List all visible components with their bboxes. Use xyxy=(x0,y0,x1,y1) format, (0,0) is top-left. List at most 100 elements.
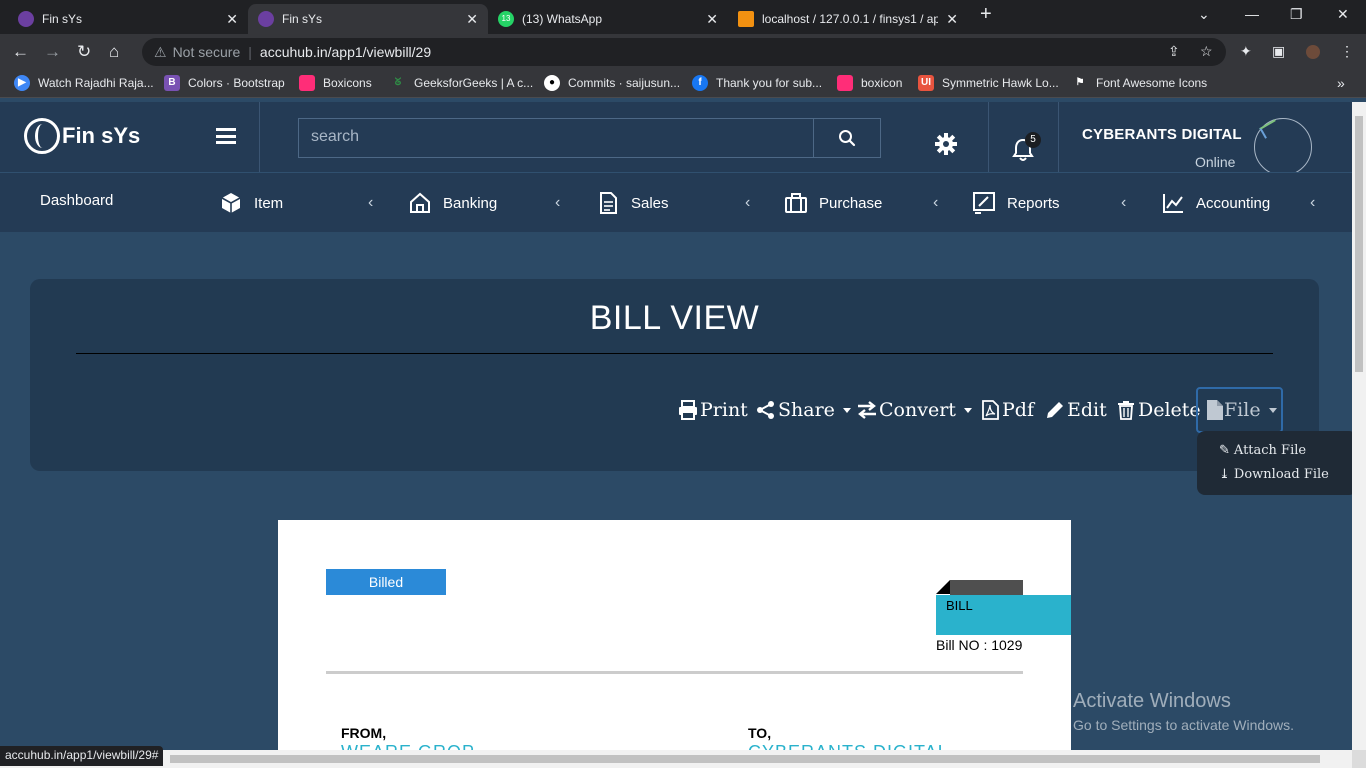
nav-purchase[interactable]: Purchase ‹ xyxy=(785,192,938,214)
edit-button[interactable]: Edit xyxy=(1045,399,1107,421)
chevron-down-icon[interactable]: ⌄ xyxy=(1198,6,1210,23)
share-label: Share xyxy=(778,399,835,421)
share-icon[interactable]: ⇪ xyxy=(1168,43,1180,60)
finsys-logo-icon xyxy=(24,118,60,154)
print-button[interactable]: Print xyxy=(678,399,748,421)
file-icon xyxy=(1207,400,1223,420)
chevron-left-icon: ‹ xyxy=(745,194,751,211)
share-icon xyxy=(757,401,774,419)
reload-icon[interactable]: ↻ xyxy=(77,42,91,62)
pencil-icon xyxy=(1047,402,1063,418)
scrollbar-thumb[interactable] xyxy=(170,755,1320,763)
bookmark-item[interactable]: UI Symmetric Hawk Lo... xyxy=(918,75,1059,91)
close-icon[interactable]: ✕ xyxy=(226,11,238,28)
page-title: BILL VIEW xyxy=(589,299,760,337)
forward-icon[interactable]: → xyxy=(44,42,61,62)
window-close-icon[interactable]: ✕ xyxy=(1337,6,1349,23)
share-button[interactable]: Share xyxy=(756,399,851,421)
tab-fin-sys-2[interactable]: Fin sYs ✕ xyxy=(248,4,488,34)
minimize-icon[interactable]: — xyxy=(1245,6,1259,22)
scrollbar-corner xyxy=(1352,750,1366,768)
bookmark-item[interactable]: B Colors · Bootstrap xyxy=(164,75,285,91)
gear-icon[interactable] xyxy=(934,132,958,156)
ui-icon: UI xyxy=(918,75,934,91)
side-panel-icon[interactable]: ▣ xyxy=(1272,43,1285,60)
tab-whatsapp[interactable]: 13 (13) WhatsApp ✕ xyxy=(488,4,728,34)
bookmark-item[interactable]: ⚑ Font Awesome Icons xyxy=(1072,75,1208,91)
nav-label: Banking xyxy=(443,194,498,212)
nav-label: Sales xyxy=(631,194,669,212)
bookmark-label: GeeksforGeeks | A c... xyxy=(414,76,534,90)
bootstrap-icon: B xyxy=(164,75,180,91)
pdf-label: Pdf xyxy=(1002,399,1034,421)
nav-sales[interactable]: Sales ‹ xyxy=(597,192,750,214)
nav-item[interactable]: Item ‹ xyxy=(220,192,373,214)
close-icon[interactable]: ✕ xyxy=(466,11,478,28)
file-label: File xyxy=(1224,399,1261,421)
bookmark-item[interactable]: ▶ Watch Rajadhi Raja... xyxy=(14,75,154,91)
tab-phpmyadmin[interactable]: localhost / 127.0.0.1 / finsys1 / ap ✕ xyxy=(728,4,968,34)
caret-down-icon xyxy=(963,407,972,413)
bill-ribbon: BILL xyxy=(936,595,1071,635)
company-name: CYBERANTS DIGITAL xyxy=(1082,126,1242,143)
nav-banking[interactable]: Banking ‹ xyxy=(409,192,560,214)
bill-view-card: BILL VIEW Print Share Convert Pdf Edit D… xyxy=(30,279,1319,471)
url-text: accuhub.in/app1/viewbill/29 xyxy=(259,44,432,60)
briefcase-icon xyxy=(785,193,807,213)
bookmark-label: Thank you for sub... xyxy=(716,76,823,90)
nav-label: Purchase xyxy=(819,194,883,212)
convert-button[interactable]: Convert xyxy=(857,399,972,421)
divider xyxy=(326,671,1023,674)
avatar[interactable] xyxy=(1254,118,1312,176)
url-field[interactable]: ⚠ Not secure | accuhub.in/app1/viewbill/… xyxy=(142,38,1226,66)
menu-kebab-icon[interactable]: ⋮ xyxy=(1340,43,1354,60)
play-icon: ▶ xyxy=(14,75,30,91)
bookmark-item[interactable]: boxicon xyxy=(837,75,902,91)
brand-logo[interactable]: Fin sYs xyxy=(24,118,140,154)
nav-accounting[interactable]: Accounting ‹ xyxy=(1162,192,1315,214)
profile-icon[interactable] xyxy=(1306,45,1320,59)
back-icon[interactable]: ← xyxy=(12,42,29,62)
bookmark-label: Symmetric Hawk Lo... xyxy=(942,76,1059,90)
bookmark-item[interactable]: ● Commits · saijusun... xyxy=(544,75,680,91)
cube-icon xyxy=(221,193,241,213)
bookmark-item[interactable]: ᘜ GeeksforGeeks | A c... xyxy=(390,75,533,91)
file-dropdown-button[interactable]: File xyxy=(1196,387,1283,433)
download-file-item[interactable]: ⤓ Download File xyxy=(1219,467,1329,482)
search-button[interactable] xyxy=(813,118,881,158)
restore-icon[interactable]: ❐ xyxy=(1290,6,1303,23)
bank-icon xyxy=(410,192,430,213)
facebook-icon: f xyxy=(692,75,708,91)
finsys-favicon-icon xyxy=(18,11,34,27)
horizontal-scrollbar[interactable] xyxy=(0,750,1352,768)
close-icon[interactable]: ✕ xyxy=(946,11,958,28)
caret-down-icon xyxy=(1268,407,1277,413)
nav-dashboard[interactable]: Dashboard xyxy=(40,192,113,209)
attach-file-item[interactable]: ✎ Attach File xyxy=(1219,443,1306,458)
nav-label: Accounting xyxy=(1196,194,1271,212)
bookmark-label: Colors · Bootstrap xyxy=(188,76,285,90)
pdf-button[interactable]: Pdf xyxy=(980,399,1034,421)
vertical-scrollbar[interactable] xyxy=(1352,102,1366,750)
file-pdf-icon xyxy=(982,400,999,420)
more-bookmarks-icon[interactable]: » xyxy=(1337,75,1345,91)
divider xyxy=(259,102,260,172)
boxicons-icon xyxy=(299,75,315,91)
nav-reports[interactable]: Reports ‹ xyxy=(973,192,1126,214)
bookmark-item[interactable]: f Thank you for sub... xyxy=(692,75,822,91)
bookmark-item[interactable]: Boxicons xyxy=(299,75,372,91)
delete-button[interactable]: Delete xyxy=(1116,399,1201,421)
nav-label: Item xyxy=(254,194,284,212)
new-tab-icon[interactable]: + xyxy=(980,3,992,26)
bookmark-star-icon[interactable]: ☆ xyxy=(1200,43,1213,60)
hamburger-menu-icon[interactable] xyxy=(216,128,236,144)
warning-icon: ⚠ xyxy=(154,43,167,60)
finsys-favicon-icon xyxy=(258,11,274,27)
extensions-icon[interactable]: ✦ xyxy=(1240,43,1252,60)
scrollbar-thumb[interactable] xyxy=(1355,116,1363,372)
home-icon[interactable]: ⌂ xyxy=(109,42,119,62)
tab-fin-sys-1[interactable]: Fin sYs ✕ xyxy=(8,4,248,34)
search-input[interactable]: search xyxy=(298,118,814,158)
delete-label: Delete xyxy=(1138,399,1201,421)
close-icon[interactable]: ✕ xyxy=(706,11,718,28)
